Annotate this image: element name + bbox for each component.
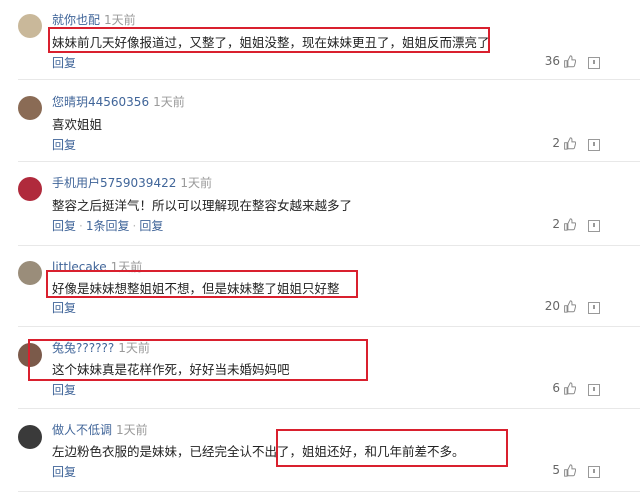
like-count: 6 bbox=[552, 381, 560, 395]
reply-button[interactable]: 回复 bbox=[52, 56, 76, 70]
like-count: 2 bbox=[552, 217, 560, 231]
thumb-up-icon bbox=[564, 217, 576, 231]
comment-meta: 您晴玥44560356 1天前 bbox=[52, 93, 185, 110]
comment-text: 喜欢姐姐 bbox=[52, 117, 103, 132]
divider bbox=[18, 326, 640, 327]
avatar[interactable] bbox=[18, 14, 42, 38]
highlight-box bbox=[28, 339, 368, 381]
report-icon[interactable] bbox=[588, 384, 600, 396]
like-button[interactable]: 20 bbox=[545, 299, 576, 313]
highlight-box bbox=[48, 27, 490, 53]
report-icon[interactable] bbox=[588, 302, 600, 314]
timestamp: 1天前 bbox=[153, 95, 185, 109]
timestamp: 1天前 bbox=[104, 13, 136, 27]
highlight-box bbox=[46, 270, 358, 298]
reply-button[interactable]: 回复 bbox=[52, 383, 76, 397]
view-replies-button[interactable]: 1条回复 bbox=[86, 219, 130, 233]
like-button[interactable]: 2 bbox=[552, 217, 576, 231]
report-icon[interactable] bbox=[588, 466, 600, 478]
avatar[interactable] bbox=[18, 96, 42, 120]
comment-text: 整容之后挺洋气！所以可以理解现在整容女越来越多了 bbox=[52, 198, 353, 213]
reply-button[interactable]: 回复 bbox=[52, 301, 76, 315]
reply-button[interactable]: 回复 bbox=[52, 465, 76, 479]
timestamp: 1天前 bbox=[180, 176, 212, 190]
like-count: 2 bbox=[552, 136, 560, 150]
like-button[interactable]: 6 bbox=[552, 381, 576, 395]
report-icon[interactable] bbox=[588, 220, 600, 232]
comment-actions: 回复 bbox=[52, 299, 76, 316]
username[interactable]: 做人不低调 bbox=[52, 423, 112, 437]
like-count: 20 bbox=[544, 299, 560, 313]
comment-actions: 回复 bbox=[52, 136, 76, 153]
divider bbox=[18, 491, 640, 492]
like-count: 5 bbox=[552, 463, 560, 477]
separator: · bbox=[132, 219, 137, 233]
divider bbox=[18, 161, 640, 162]
like-button[interactable]: 2 bbox=[552, 136, 576, 150]
separator: · bbox=[79, 219, 83, 233]
report-icon[interactable] bbox=[588, 139, 600, 151]
comment-actions: 回复 bbox=[52, 463, 76, 480]
thumb-up-icon bbox=[564, 381, 576, 395]
comment-meta: 就你也配 1天前 bbox=[52, 11, 136, 28]
comment-meta: 手机用户5759039422 1天前 bbox=[52, 174, 212, 191]
avatar[interactable] bbox=[18, 261, 42, 285]
comment-actions: 回复 bbox=[52, 381, 76, 398]
comment-item: 手机用户5759039422 1天前 整容之后挺洋气！所以可以理解现在整容女越来越… bbox=[0, 163, 640, 247]
comment-meta: 做人不低调 1天前 bbox=[52, 421, 148, 438]
username[interactable]: 手机用户5759039422 bbox=[52, 176, 176, 190]
reply-button[interactable]: 回复 bbox=[52, 138, 76, 152]
like-button[interactable]: 5 bbox=[552, 463, 576, 477]
thumb-up-icon bbox=[564, 463, 576, 477]
report-icon[interactable] bbox=[588, 57, 600, 69]
username[interactable]: 就你也配 bbox=[52, 13, 100, 27]
avatar[interactable] bbox=[18, 425, 42, 449]
like-button[interactable]: 36 bbox=[545, 54, 576, 68]
divider bbox=[18, 245, 640, 246]
thumb-up-icon bbox=[564, 54, 576, 68]
username[interactable]: 您晴玥44560356 bbox=[52, 95, 149, 109]
divider bbox=[18, 79, 640, 80]
avatar[interactable] bbox=[18, 177, 42, 201]
thumb-up-icon bbox=[564, 136, 576, 150]
like-count: 36 bbox=[544, 54, 560, 68]
comment-actions: 回复 bbox=[52, 54, 76, 71]
comment-actions: 回复 · 1条回复 · 回复 bbox=[52, 217, 163, 234]
divider bbox=[18, 408, 640, 409]
comment-item: 您晴玥44560356 1天前 喜欢姐姐 回复 2 bbox=[0, 82, 640, 162]
reply-button[interactable]: 回复 bbox=[139, 219, 163, 233]
timestamp: 1天前 bbox=[116, 423, 148, 437]
highlight-box bbox=[276, 429, 508, 467]
reply-button[interactable]: 回复 bbox=[52, 219, 76, 233]
thumb-up-icon bbox=[564, 299, 576, 313]
